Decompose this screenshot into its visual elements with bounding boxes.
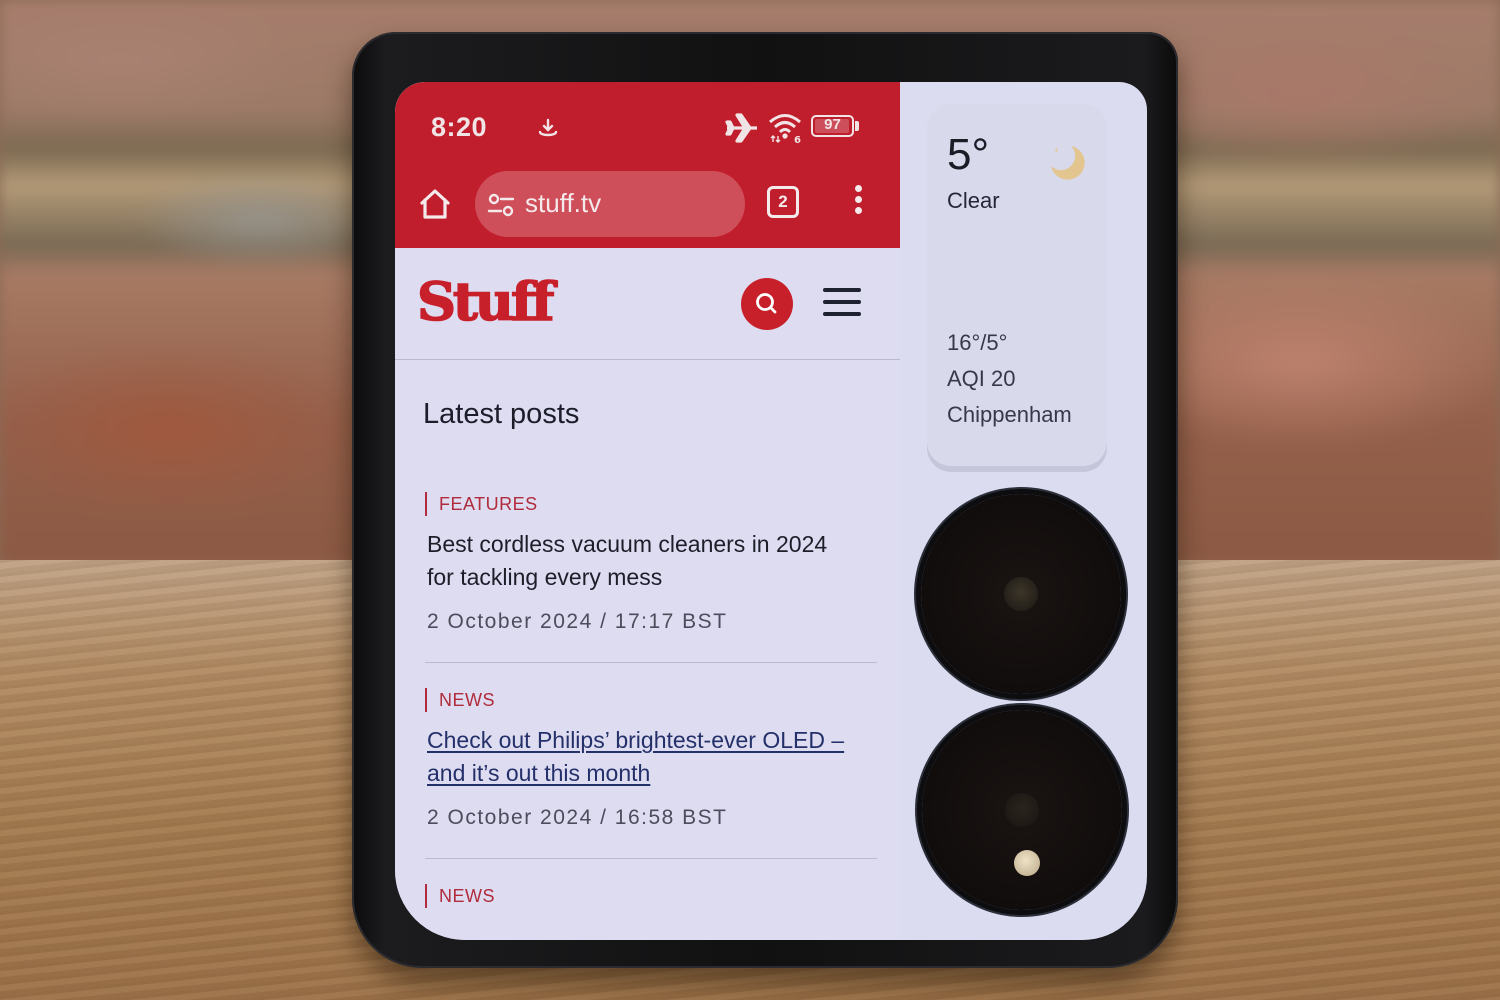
- section-title: Latest posts: [423, 398, 580, 430]
- svg-text:6: 6: [794, 135, 801, 144]
- camera-lens-secondary: [922, 710, 1122, 910]
- camera-sensor: [1004, 577, 1038, 611]
- post-category[interactable]: NEWS: [425, 884, 495, 908]
- post-category[interactable]: FEATURES: [425, 492, 538, 516]
- weather-location: Chippenham: [947, 402, 1072, 427]
- search-button[interactable]: [741, 278, 793, 330]
- airplane-mode-icon: [725, 113, 757, 143]
- air-quality-index: AQI 20: [947, 366, 1016, 391]
- status-bar: 8:20 6 97: [431, 110, 871, 146]
- site-header: Stuff: [395, 248, 900, 360]
- post-title-link[interactable]: Check out Philips’ brightest-ever OLED –…: [427, 724, 847, 790]
- battery-percent: 97: [824, 116, 841, 133]
- browser-chrome: 8:20 6 97 stuff.tv 2: [395, 82, 900, 248]
- post-date: 2 October 2024 / 17:17 BST: [427, 610, 728, 633]
- battery-indicator: 97: [811, 115, 859, 137]
- post-date: 2 October 2024 / 16:58 BST: [427, 806, 728, 829]
- camera-flash: [1014, 850, 1040, 876]
- web-page: Stuff Latest posts FEATURES Best cordles…: [395, 248, 900, 940]
- stuff-logo[interactable]: Stuff: [416, 271, 555, 334]
- weather-widget[interactable]: 5° Clear 16°/5° AQI 20 Chippenham: [927, 104, 1107, 466]
- battery-tip: [855, 121, 859, 131]
- hamburger-menu-icon[interactable]: [823, 288, 863, 320]
- home-icon[interactable]: [417, 186, 453, 222]
- clock: 8:20: [431, 112, 488, 142]
- weather-condition: Clear: [947, 188, 1000, 213]
- post-title[interactable]: Best cordless vacuum cleaners in 2024 fo…: [427, 528, 847, 594]
- post-category[interactable]: NEWS: [425, 688, 495, 712]
- address-bar[interactable]: stuff.tv: [475, 171, 745, 237]
- high-low-temperature: 16°/5°: [947, 330, 1008, 355]
- divider: [425, 662, 877, 663]
- tab-switcher-button[interactable]: 2: [767, 186, 799, 218]
- site-settings-icon[interactable]: [487, 193, 515, 217]
- search-icon: [756, 293, 777, 314]
- download-icon: [538, 118, 558, 137]
- browser-toolbar: stuff.tv 2: [395, 168, 900, 238]
- camera-sensor: [1005, 793, 1039, 827]
- wifi-6-icon: 6: [769, 114, 801, 144]
- overflow-menu-icon[interactable]: [851, 182, 865, 222]
- camera-lens-main: [921, 494, 1121, 694]
- divider: [425, 858, 877, 859]
- moon-icon: [1051, 146, 1085, 180]
- cover-screen: 8:20 6 97 stuff.tv 2 Stuff Latest posts …: [395, 82, 1147, 940]
- current-temperature: 5°: [947, 130, 990, 179]
- url-text[interactable]: stuff.tv: [525, 188, 601, 219]
